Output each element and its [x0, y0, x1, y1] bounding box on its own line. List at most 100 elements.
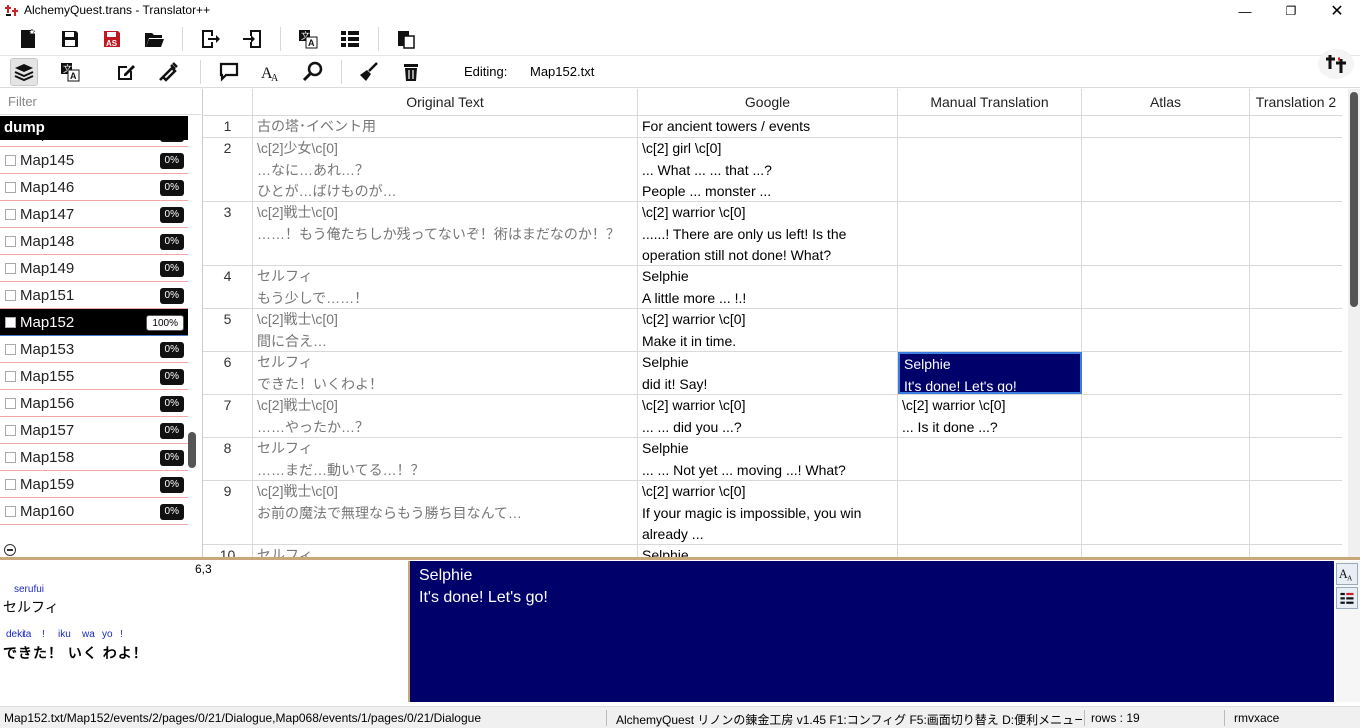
column-header[interactable]: Translation 2 [1250, 89, 1342, 116]
file-item[interactable]: Map160 0% [0, 498, 188, 525]
maximize-button[interactable]: ❐ [1268, 0, 1314, 22]
column-header[interactable]: Original Text [253, 89, 638, 116]
save-button[interactable] [56, 25, 84, 53]
manual-cell[interactable] [898, 438, 1082, 480]
grid-scrollbar-thumb[interactable] [1350, 92, 1358, 307]
manual-cell[interactable] [898, 202, 1082, 265]
empty-cell[interactable] [1250, 202, 1342, 265]
table-row[interactable]: 8 セルフィ ……まだ…動いてる…！？ Selphie ... ... Not yet … [203, 438, 1342, 481]
empty-cell[interactable] [1250, 309, 1342, 351]
table-row[interactable]: 7 \c[2]戦士\c[0] ……やったか…？ \c[2] warrior \c[0]… [203, 395, 1342, 438]
table-row[interactable]: 2 \c[2]少女\c[0] …なに…あれ…？ ひとが…ばけものが… \c[2] gir… [203, 138, 1342, 202]
close-button[interactable]: ✕ [1314, 0, 1360, 22]
open-button[interactable] [140, 25, 168, 53]
empty-cell[interactable] [1082, 116, 1250, 137]
file-checkbox[interactable] [5, 398, 16, 409]
file-item[interactable]: Map145 0% [0, 147, 188, 174]
google-cell[interactable]: For ancient towers / events [638, 116, 898, 137]
file-checkbox[interactable] [5, 236, 16, 247]
row-number[interactable]: 9 [203, 481, 253, 544]
manual-cell[interactable] [898, 545, 1082, 557]
manual-cell[interactable]: Selphie It's done! Let's go! [898, 352, 1082, 394]
file-checkbox[interactable] [5, 506, 16, 517]
file-item[interactable]: Map156 0% [0, 390, 188, 417]
layers-button[interactable] [10, 58, 38, 86]
file-checkbox[interactable] [5, 263, 16, 274]
file-checkbox[interactable] [5, 425, 16, 436]
orig-cell[interactable]: 古の塔･イベント用 [253, 116, 638, 137]
orig-cell[interactable]: セルフィ できた！いくわよ！ [253, 352, 638, 394]
empty-cell[interactable] [1250, 438, 1342, 480]
editor-options-button[interactable] [1336, 587, 1358, 609]
manual-cell[interactable] [898, 309, 1082, 351]
orig-cell[interactable]: セルフィ もう少しで……！ [253, 266, 638, 308]
empty-cell[interactable] [1250, 352, 1342, 394]
orig-cell[interactable]: \c[2]戦士\c[0] 間に合え… [253, 309, 638, 351]
empty-cell[interactable] [1082, 202, 1250, 265]
table-row[interactable]: 4 セルフィ もう少しで……！ Selphie A little more ... !.… [203, 266, 1342, 309]
row-number[interactable]: 6 [203, 352, 253, 394]
manual-cell[interactable] [898, 116, 1082, 137]
file-item[interactable]: Map151 0% [0, 282, 188, 309]
import-button[interactable] [238, 25, 266, 53]
empty-cell[interactable] [1250, 116, 1342, 137]
clear-button[interactable] [355, 58, 383, 86]
orig-cell[interactable]: \c[2]少女\c[0] …なに…あれ…？ ひとが…ばけものが… [253, 138, 638, 201]
file-item[interactable]: Map159 0% [0, 471, 188, 498]
orig-cell[interactable]: \c[2]戦士\c[0] ……！もう俺たちしか残ってないぞ！術はまだなのか！？ [253, 202, 638, 265]
manual-cell[interactable] [898, 266, 1082, 308]
empty-cell[interactable] [1082, 266, 1250, 308]
file-item[interactable]: Map152 100% [0, 309, 188, 336]
table-row[interactable]: 3 \c[2]戦士\c[0] ……！もう俺たちしか残ってないぞ！術はまだなのか！？ \… [203, 202, 1342, 266]
google-cell[interactable]: Selphie ... ... Not yet ... moving ...! W… [638, 438, 898, 480]
clipboard-button[interactable] [392, 25, 420, 53]
file-item[interactable]: Map146 0% [0, 174, 188, 201]
google-cell[interactable]: \c[2] warrior \c[0] Make it in time. [638, 309, 898, 351]
google-cell[interactable]: \c[2] warrior \c[0] If your magic is impo… [638, 481, 898, 544]
edit-external-button[interactable] [112, 58, 140, 86]
group-header[interactable]: dump [0, 116, 188, 140]
empty-cell[interactable] [1082, 309, 1250, 351]
file-item[interactable]: Map155 0% [0, 363, 188, 390]
file-item[interactable]: Map158 0% [0, 444, 188, 471]
empty-cell[interactable] [1082, 481, 1250, 544]
empty-cell[interactable] [1082, 352, 1250, 394]
file-checkbox[interactable] [5, 290, 16, 301]
column-header[interactable]: Google [638, 89, 898, 116]
row-number[interactable]: 7 [203, 395, 253, 437]
google-cell[interactable]: Selphie A little more ... !.! [638, 266, 898, 308]
file-checkbox[interactable] [5, 452, 16, 463]
row-number[interactable]: 3 [203, 202, 253, 265]
table-row[interactable]: 9 \c[2]戦士\c[0] お前の魔法で無理ならもう勝ち目なんて… \c[2] wa… [203, 481, 1342, 545]
row-number[interactable]: 2 [203, 138, 253, 201]
injector-button[interactable] [154, 58, 182, 86]
editor-font-button[interactable]: AA [1336, 563, 1358, 585]
panel-splitter[interactable] [0, 557, 1360, 560]
column-header[interactable]: Atlas [1082, 89, 1250, 116]
minimize-button[interactable]: — [1222, 0, 1268, 22]
file-item[interactable]: Map147 0% [0, 201, 188, 228]
empty-cell[interactable] [1082, 138, 1250, 201]
empty-cell[interactable] [1082, 395, 1250, 437]
file-checkbox[interactable] [5, 182, 16, 193]
save-as-button[interactable]: AS [98, 25, 126, 53]
table-row[interactable]: 5 \c[2]戦士\c[0] 間に合え… \c[2] warrior \c[0] Mak… [203, 309, 1342, 352]
file-checkbox[interactable] [5, 317, 16, 328]
file-item[interactable]: Map148 0% [0, 228, 188, 255]
orig-cell[interactable]: \c[2]戦士\c[0] お前の魔法で無理ならもう勝ち目なんて… [253, 481, 638, 544]
filter-input[interactable]: Filter [0, 89, 201, 115]
orig-cell[interactable]: \c[2]戦士\c[0] ……やったか…？ [253, 395, 638, 437]
google-cell[interactable]: Selphie [638, 545, 898, 557]
file-checkbox[interactable] [5, 371, 16, 382]
export-button[interactable] [196, 25, 224, 53]
collapse-icon[interactable] [4, 544, 16, 556]
row-number[interactable]: 1 [203, 116, 253, 137]
google-cell[interactable]: \c[2] warrior \c[0] ......! There are onl… [638, 202, 898, 265]
manual-cell[interactable] [898, 481, 1082, 544]
delete-button[interactable] [397, 58, 425, 86]
translate-button[interactable]: 文A [56, 58, 84, 86]
file-item[interactable]: Map149 0% [0, 255, 188, 282]
empty-cell[interactable] [1082, 545, 1250, 557]
font-button[interactable]: AA [257, 58, 285, 86]
empty-cell[interactable] [1250, 545, 1342, 557]
